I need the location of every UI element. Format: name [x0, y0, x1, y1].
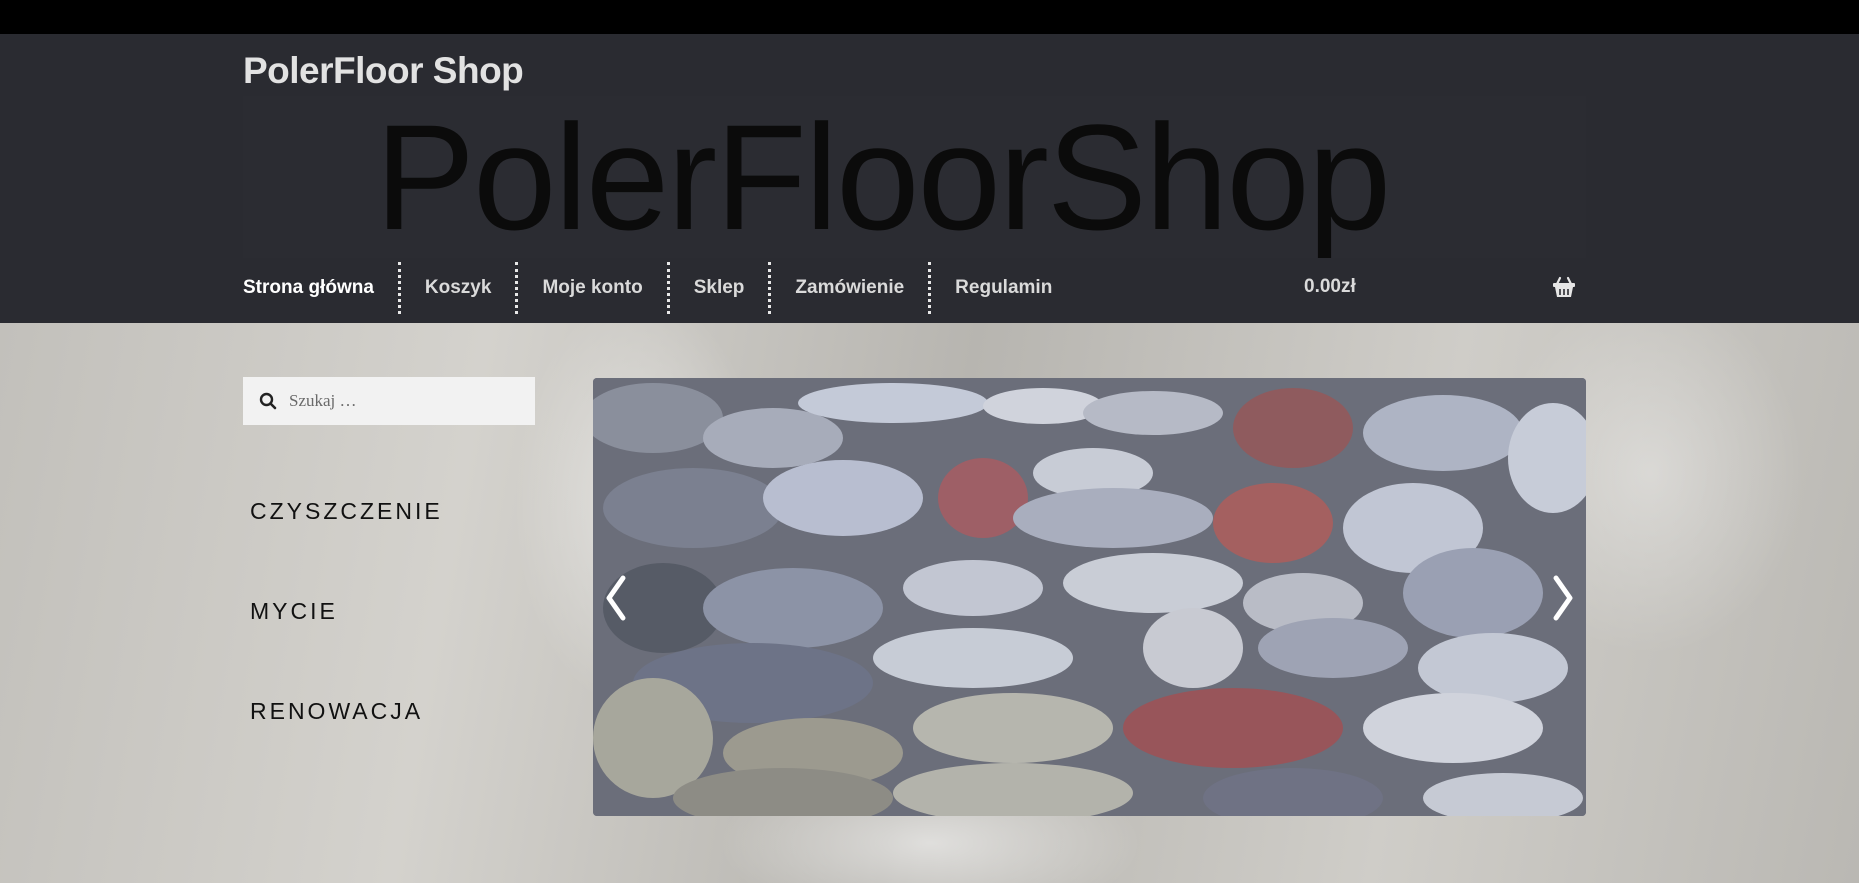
nav-item-checkout[interactable]: Zamówienie — [771, 262, 932, 314]
site-title[interactable]: PolerFloor Shop — [243, 50, 524, 92]
basket-icon[interactable] — [1552, 275, 1576, 299]
cart-total[interactable]: 0.00zł — [1304, 276, 1356, 298]
nav-item-account[interactable]: Moje konto — [518, 262, 670, 314]
category-czyszczenie[interactable]: CZYSZCZENIE — [250, 498, 443, 525]
nav-item-shop[interactable]: Sklep — [670, 262, 772, 314]
chevron-left-icon[interactable] — [597, 570, 637, 626]
search-input[interactable] — [289, 391, 509, 411]
top-bar — [0, 0, 1859, 34]
category-mycie[interactable]: MYCIE — [250, 598, 338, 625]
search-icon — [259, 392, 277, 410]
chevron-right-icon[interactable] — [1542, 570, 1582, 626]
stone-floor-image — [593, 378, 1586, 816]
nav-item-home[interactable]: Strona główna — [243, 262, 401, 314]
logo-banner[interactable]: PolerFloorShop — [243, 96, 1586, 258]
nav-item-terms[interactable]: Regulamin — [931, 262, 1076, 314]
image-slider[interactable] — [593, 378, 1586, 816]
nav-item-cart[interactable]: Koszyk — [401, 262, 519, 314]
search-box[interactable] — [243, 377, 535, 425]
logo-text: PolerFloorShop — [375, 93, 1391, 261]
category-renowacja[interactable]: RENOWACJA — [250, 698, 423, 725]
main-nav: Strona główna Koszyk Moje konto Sklep Za… — [243, 260, 1076, 316]
